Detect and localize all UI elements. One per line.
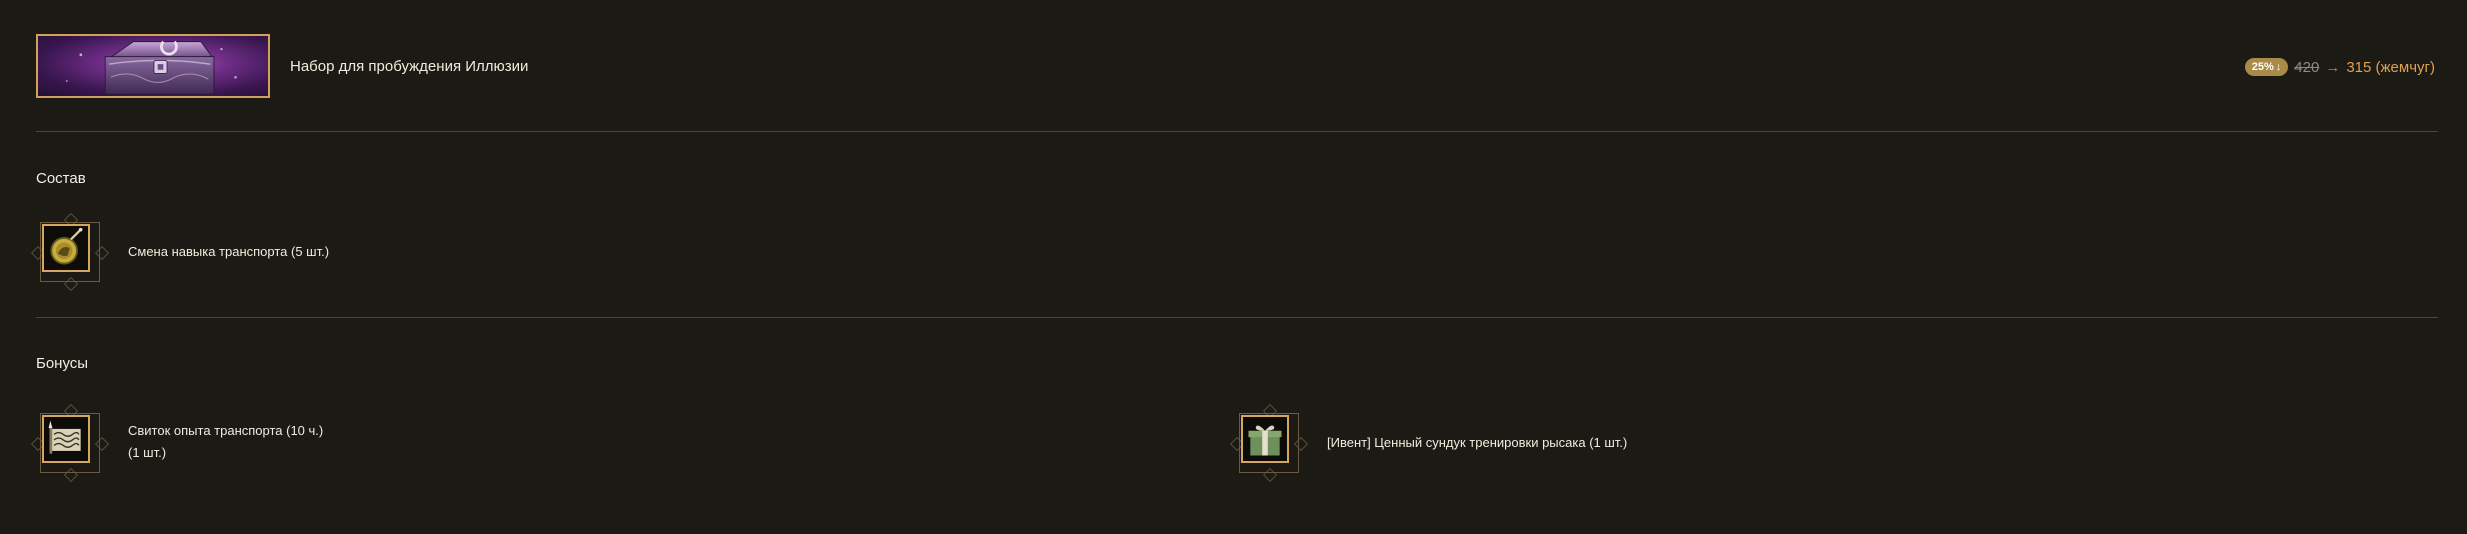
scroll-icon (42, 415, 90, 463)
bonus-item-slot[interactable] (30, 403, 110, 483)
divider (36, 317, 2438, 318)
treasure-chest-icon (65, 40, 237, 95)
product-detail-page: Набор для пробуждения Иллюзии 25% ↓ 420 … (0, 0, 2467, 534)
bonus-item-label: Свиток опыта транспорта (10 ч.) (1 шт.) (128, 420, 323, 464)
product-title: Набор для пробуждения Иллюзии (290, 58, 529, 75)
down-arrow-icon: ↓ (2275, 61, 2282, 73)
composition-title: Состав (36, 170, 86, 187)
gift-box-icon (1241, 415, 1289, 463)
new-price: 315 (жемчуг) (2346, 58, 2435, 76)
price-block: 25% ↓ 420 → 315 (жемчуг) (2244, 58, 2435, 76)
composition-item-slot[interactable] (30, 212, 110, 292)
discount-value: 25% (2251, 61, 2274, 73)
product-image (36, 34, 270, 98)
horse-skill-change-icon (42, 224, 90, 272)
old-price: 420 (2294, 58, 2320, 76)
discount-badge: 25% ↓ (2244, 58, 2289, 76)
bonus-item-label-line2: (1 шт.) (128, 445, 167, 460)
bonus-item-label: [Ивент] Ценный сундук тренировки рысака … (1327, 435, 1628, 450)
bonuses-title: Бонусы (36, 355, 89, 372)
bonus-item-slot[interactable] (1229, 403, 1309, 483)
divider (36, 131, 2438, 132)
price-arrow: → (2325, 58, 2341, 76)
composition-item-label: Смена навыка транспорта (5 шт.) (128, 244, 330, 259)
bonus-item-label-line1: Свиток опыта транспорта (10 ч.) (128, 423, 324, 438)
